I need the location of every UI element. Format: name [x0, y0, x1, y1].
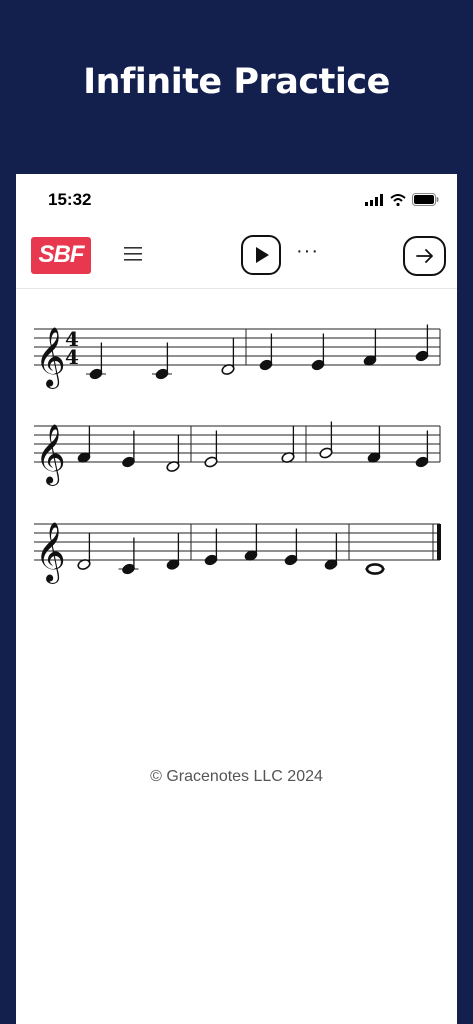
play-icon	[256, 247, 269, 263]
treble-clef-icon: 𝄞	[35, 424, 66, 486]
note	[319, 421, 333, 459]
note	[86, 342, 106, 380]
more-options-button[interactable]: ···	[296, 240, 319, 263]
battery-icon	[412, 193, 439, 206]
arrow-right-icon	[416, 249, 433, 263]
toolbar: SBF ···	[16, 230, 457, 288]
note	[118, 537, 139, 575]
staff-system: 𝄞	[34, 522, 441, 584]
treble-clef-icon: 𝄞	[35, 522, 66, 584]
note	[363, 329, 377, 366]
note	[77, 426, 91, 463]
final-barline	[437, 524, 441, 560]
signal-icon	[365, 193, 383, 206]
note	[122, 430, 135, 468]
note	[166, 435, 180, 472]
note	[365, 563, 385, 575]
staff-system: 𝄞 44	[34, 324, 441, 389]
note	[284, 528, 298, 566]
note	[152, 342, 172, 380]
note	[259, 333, 273, 371]
phone-screen: 15:32 SBF ··· 𝄞 4 4 𝄞 𝄞 © Gracenotes LLC…	[16, 174, 457, 1024]
note	[204, 430, 218, 468]
note	[324, 533, 338, 570]
note	[77, 533, 91, 570]
page-headline: Infinite Practice	[83, 62, 390, 102]
sbf-logo: SBF	[31, 237, 91, 274]
note	[244, 524, 258, 561]
hamburger-menu-icon[interactable]	[123, 244, 143, 264]
wifi-icon	[390, 193, 406, 206]
copyright-text: © Gracenotes LLC 2024	[150, 768, 323, 785]
note	[415, 430, 429, 468]
next-button[interactable]	[403, 236, 446, 276]
staff-system: 𝄞	[34, 421, 441, 486]
note	[415, 324, 429, 362]
play-button[interactable]	[241, 235, 281, 275]
note	[311, 333, 325, 371]
note	[221, 338, 235, 375]
status-icons	[365, 193, 439, 206]
treble-clef-icon: 𝄞	[35, 327, 66, 389]
note-head	[365, 563, 385, 575]
time-signature-beat-type: 4	[65, 345, 79, 369]
toolbar-divider	[16, 288, 457, 289]
status-time: 15:32	[48, 190, 92, 209]
note	[204, 528, 218, 566]
sheet-music: 𝄞 44𝄞𝄞	[34, 324, 441, 584]
note	[367, 426, 381, 463]
note	[281, 426, 295, 463]
note	[166, 533, 180, 570]
